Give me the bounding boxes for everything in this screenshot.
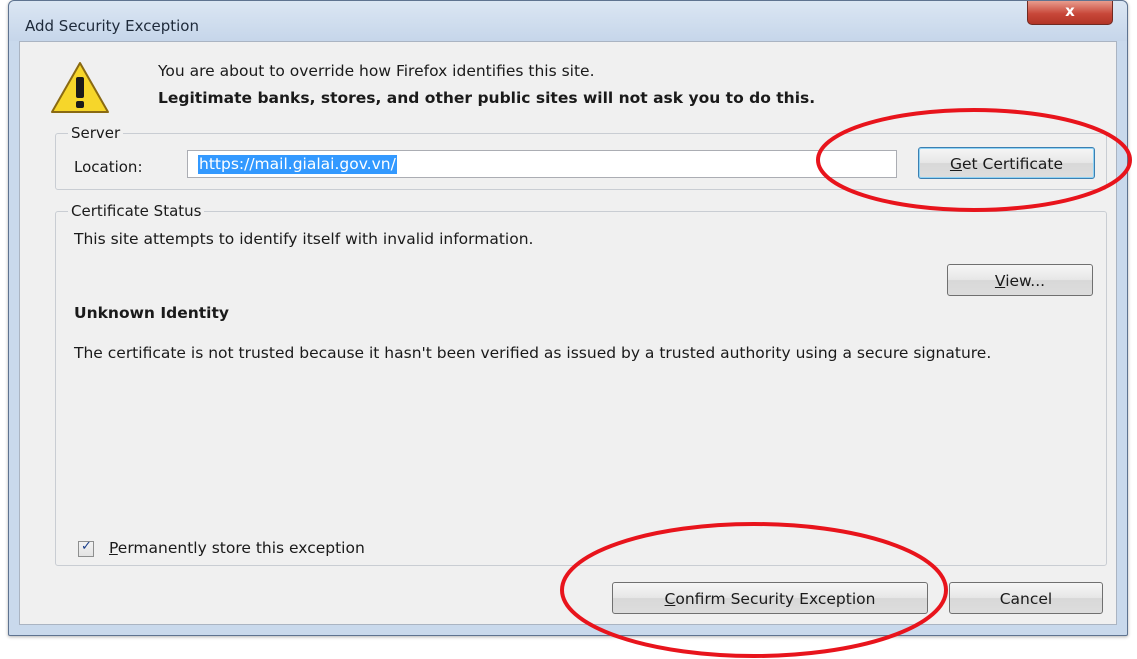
- permanent-store-label[interactable]: Permanently store this exception: [109, 539, 365, 557]
- view-button[interactable]: View...: [947, 264, 1093, 296]
- intro-warning: Legitimate banks, stores, and other publ…: [158, 89, 816, 107]
- location-input[interactable]: https://mail.gialai.gov.vn/: [187, 150, 897, 178]
- close-button[interactable]: x: [1027, 1, 1113, 25]
- confirm-security-exception-button[interactable]: Confirm Security Exception: [612, 582, 928, 614]
- permanent-store-checkbox[interactable]: ✓: [78, 539, 94, 557]
- window-title: Add Security Exception: [25, 17, 199, 35]
- server-group: Server Location: https://mail.gialai.gov…: [55, 124, 1107, 190]
- identity-heading: Unknown Identity: [74, 304, 230, 322]
- location-value: https://mail.gialai.gov.vn/: [198, 155, 397, 174]
- certificate-explanation: The certificate is not trusted because i…: [74, 344, 992, 362]
- certificate-status-label: Certificate Status: [68, 202, 205, 220]
- dialog-window: Add Security Exception x You are about t…: [8, 0, 1128, 636]
- dialog-body: You are about to override how Firefox id…: [19, 41, 1117, 625]
- cancel-button[interactable]: Cancel: [949, 582, 1103, 614]
- certificate-status-group: Certificate Status This site attempts to…: [55, 202, 1107, 566]
- close-icon: x: [1065, 2, 1075, 20]
- server-group-label: Server: [68, 124, 124, 142]
- status-text: This site attempts to identify itself wi…: [74, 230, 534, 248]
- warning-triangle-icon: [51, 62, 109, 113]
- check-icon: ✓: [81, 539, 92, 554]
- intro-text: You are about to override how Firefox id…: [158, 62, 595, 80]
- get-certificate-button[interactable]: Get Certificate: [918, 147, 1095, 179]
- title-bar[interactable]: Add Security Exception x: [9, 1, 1127, 41]
- location-label: Location:: [74, 158, 143, 176]
